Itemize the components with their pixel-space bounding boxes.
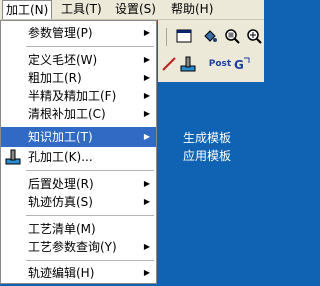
submenu-arrow-icon: ▶ — [143, 109, 150, 118]
gcode-icon[interactable]: G — [232, 54, 252, 74]
window-icon[interactable] — [174, 26, 194, 46]
submenu-arrow-icon: ▶ — [143, 242, 150, 251]
submenu-item-apply-template[interactable]: 应用模板 — [183, 147, 231, 165]
zoom-window-icon[interactable] — [222, 26, 242, 46]
fill-bucket-icon[interactable] — [200, 26, 220, 46]
menu-item-parameter-management[interactable]: 参数管理(P) ▶ — [1, 23, 156, 43]
post-label: Post — [208, 59, 232, 69]
menubar-item-settings[interactable]: 设置(S) — [112, 0, 159, 19]
menu-item-label: 工艺清单(M) — [28, 222, 96, 236]
menu-item-path-simulation[interactable]: 轨迹仿真(S) ▶ — [1, 192, 156, 212]
menu-item-label: 定义毛坯(W) — [28, 53, 98, 67]
submenu-arrow-icon: ▶ — [143, 73, 150, 82]
submenu-arrow-icon: ▶ — [143, 268, 150, 277]
menu-item-process-parameter-query[interactable]: 工艺参数查询(Y) ▶ — [1, 237, 156, 257]
menu-item-label: 参数管理(P) — [28, 26, 93, 40]
menu-separator — [26, 170, 154, 171]
menu-item-label: 轨迹编辑(H) — [28, 266, 95, 280]
submenu-arrow-icon: ▶ — [143, 55, 150, 64]
post-icon[interactable]: Post — [208, 54, 232, 74]
menu-item-path-editing[interactable]: 轨迹编辑(H) ▶ — [1, 263, 156, 283]
menu-item-process-list[interactable]: 工艺清单(M) — [1, 219, 156, 239]
menu-item-define-blank[interactable]: 定义毛坯(W) ▶ — [1, 50, 156, 70]
svg-text:G: G — [234, 58, 244, 72]
menu-item-label: 孔加工(K)... — [28, 150, 93, 164]
submenu-arrow-icon: ▶ — [143, 197, 150, 206]
submenu-arrow-icon: ▶ — [143, 132, 150, 141]
menu-item-cleanup-machining[interactable]: 清根补加工(C) ▶ — [1, 104, 156, 124]
submenu-item-generate-template[interactable]: 生成模板 — [183, 129, 231, 147]
menu-separator — [26, 215, 154, 216]
menu-separator — [26, 46, 154, 47]
menu-item-semi-finish-machining[interactable]: 半精及精加工(F) ▶ — [1, 86, 156, 106]
toolbar: Post G — [158, 20, 264, 82]
menu-item-label: 轨迹仿真(S) — [28, 195, 93, 209]
knowledge-machining-submenu: 生成模板 应用模板 — [157, 126, 264, 170]
menu-bar: 加工(N) 工具(T) 设置(S) 帮助(H) — [0, 0, 264, 20]
submenu-arrow-icon: ▶ — [143, 179, 150, 188]
drill-icon[interactable] — [178, 54, 198, 74]
menu-item-post-processing[interactable]: 后置处理(R) ▶ — [1, 174, 156, 194]
drill-icon — [5, 149, 21, 165]
menu-separator — [26, 260, 154, 261]
menu-item-label: 半精及精加工(F) — [28, 89, 117, 103]
menu-item-label: 知识加工(T) — [28, 130, 93, 144]
menu-item-label: 工艺参数查询(Y) — [28, 240, 117, 254]
menu-item-label: 清根补加工(C) — [28, 107, 106, 121]
menu-item-label: 后置处理(R) — [28, 177, 94, 191]
menu-item-rough-machining[interactable]: 粗加工(R) ▶ — [1, 68, 156, 88]
menu-item-label: 粗加工(R) — [28, 71, 82, 85]
menubar-item-machining[interactable]: 加工(N) — [2, 0, 53, 19]
zoom-in-icon[interactable] — [244, 26, 264, 46]
submenu-arrow-icon: ▶ — [143, 91, 150, 100]
menubar-item-tools[interactable]: 工具(T) — [58, 0, 105, 19]
menubar-item-help[interactable]: 帮助(H) — [168, 0, 216, 19]
toolbar-separator — [166, 28, 167, 46]
menu-item-knowledge-machining[interactable]: 知识加工(T) ▶ — [1, 127, 156, 147]
menu-item-hole-machining[interactable]: 孔加工(K)... — [1, 147, 156, 167]
submenu-arrow-icon: ▶ — [143, 28, 150, 37]
tool-path-icon[interactable] — [159, 54, 179, 74]
machining-menu: 参数管理(P) ▶ 定义毛坯(W) ▶ 粗加工(R) ▶ 半精及精加工(F) ▶… — [0, 20, 157, 284]
